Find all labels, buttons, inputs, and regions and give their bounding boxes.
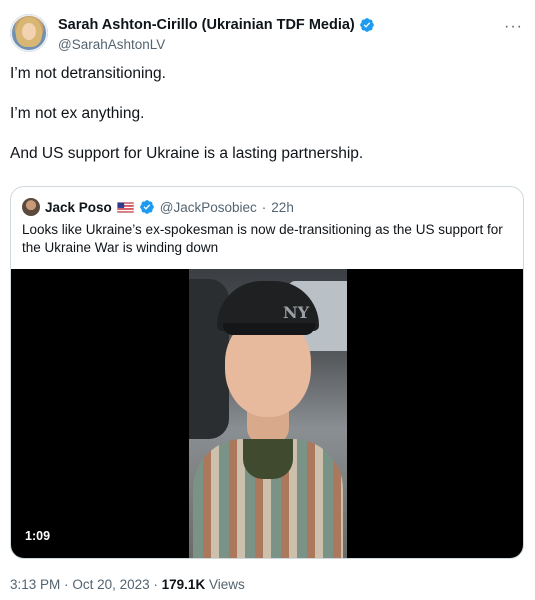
- video-duration: 1:09: [25, 529, 51, 543]
- views-count: 179.1K: [161, 577, 206, 592]
- quoted-tweet[interactable]: Jack Poso @JackPosobiec · 22h Looks like…: [10, 186, 524, 559]
- verified-badge-icon: [139, 200, 154, 214]
- verified-badge-icon: [359, 18, 374, 32]
- separator-dot: ·: [64, 577, 69, 592]
- author-display-name[interactable]: Sarah Ashton-Cirillo (Ukrainian TDF Medi…: [58, 17, 355, 33]
- quoted-tweet-header: Jack Poso @JackPosobiec · 22h: [22, 197, 294, 217]
- us-flag-icon: [116, 201, 134, 213]
- tweet-header: Sarah Ashton-Cirillo (Ukrainian TDF Medi…: [10, 14, 525, 54]
- tweet: Sarah Ashton-Cirillo (Ukrainian TDF Medi…: [0, 0, 535, 600]
- video-player[interactable]: NY 1:09: [11, 269, 523, 558]
- quoted-author-display-name: Jack Poso: [45, 199, 112, 215]
- author-avatar[interactable]: [10, 14, 48, 52]
- quoted-tweet-text: Looks like Ukraine’s ex-spokesman is now…: [22, 222, 503, 255]
- quoted-author-avatar: [22, 198, 40, 216]
- more-horizontal-icon[interactable]: ···: [504, 18, 523, 36]
- tweet-time[interactable]: 3:13 PM: [10, 577, 60, 592]
- views-label: Views: [208, 577, 245, 592]
- video-thumbnail: NY: [189, 269, 347, 558]
- separator-dot: ·: [153, 577, 158, 592]
- tweet-metadata: 3:13 PM · Oct 20, 2023 · 179.1K Views: [10, 577, 245, 592]
- author-handle[interactable]: @SarahAshtonLV: [58, 37, 375, 52]
- quoted-tweet-time[interactable]: 22h: [271, 200, 294, 215]
- tweet-line: I’m not ex anything.: [10, 105, 145, 122]
- tweet-line: I’m not detransitioning.: [10, 65, 166, 82]
- author-names: Sarah Ashton-Cirillo (Ukrainian TDF Medi…: [58, 16, 375, 52]
- separator-dot: ·: [261, 199, 267, 215]
- quoted-author-handle: @JackPosobiec: [159, 199, 257, 215]
- tweet-line: And US support for Ukraine is a lasting …: [10, 145, 364, 162]
- tweet-date[interactable]: Oct 20, 2023: [72, 577, 149, 592]
- cap-logo: NY: [283, 303, 310, 322]
- tweet-text: I’m not detransitioning. I’m not ex anyt…: [10, 64, 520, 184]
